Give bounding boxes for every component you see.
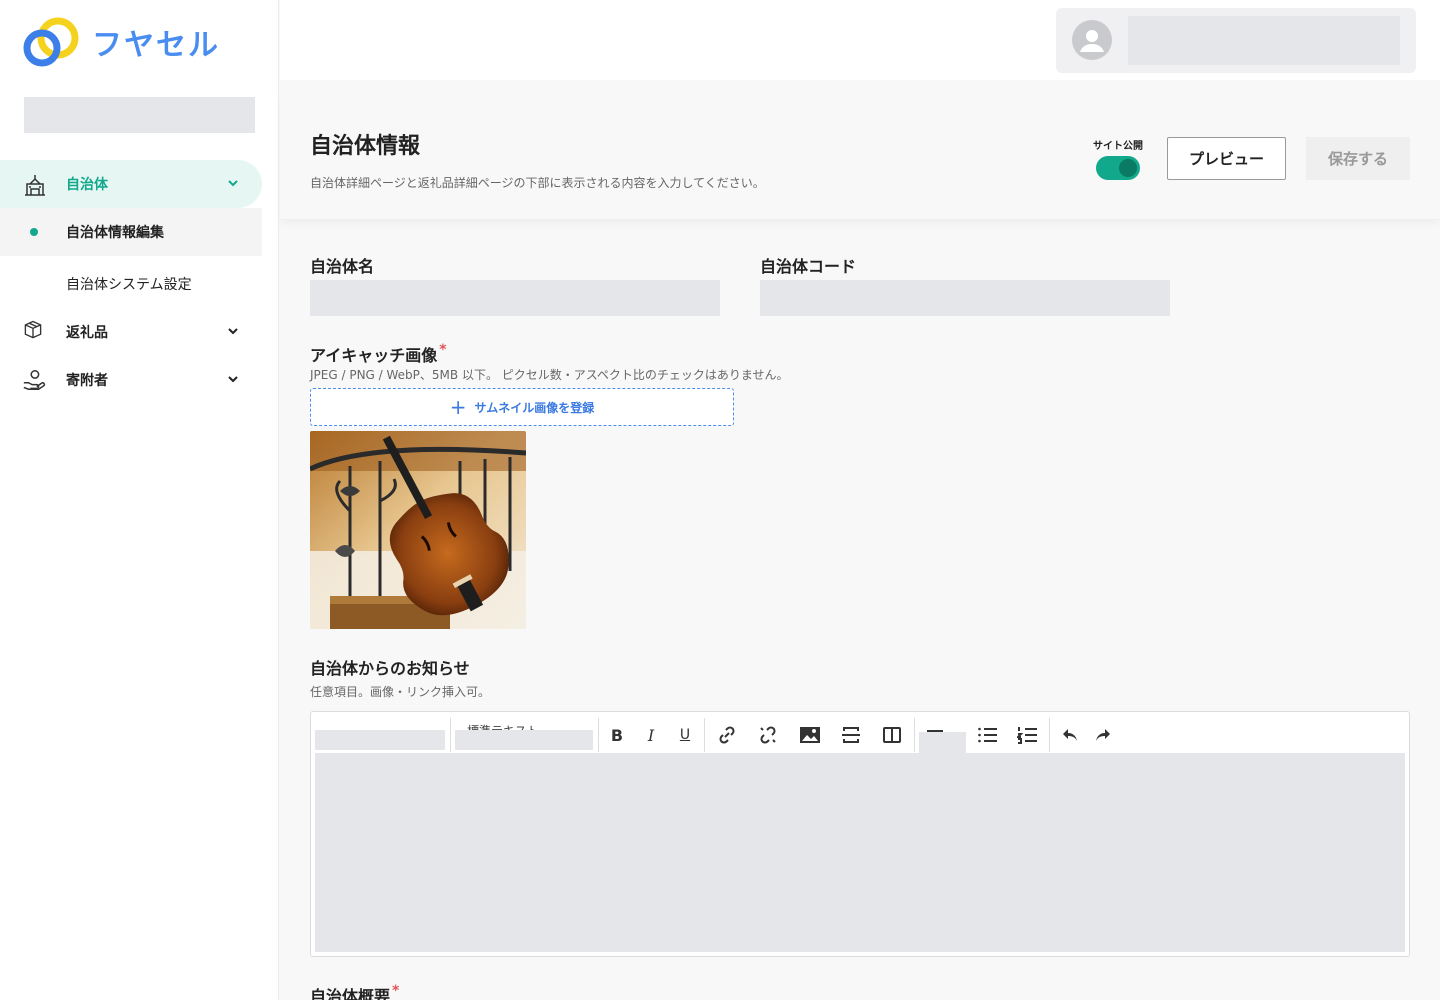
top-bar bbox=[280, 0, 1440, 80]
user-menu[interactable] bbox=[1056, 8, 1416, 73]
user-name-placeholder bbox=[1128, 16, 1400, 65]
sidebar-item-label: 自治体 bbox=[66, 177, 108, 193]
sidebar-item-gifts[interactable]: 返礼品 bbox=[0, 308, 262, 356]
eyecatch-label: アイキャッチ画像 bbox=[310, 346, 438, 365]
avatar bbox=[1072, 20, 1112, 60]
city-hall-icon bbox=[25, 175, 45, 196]
editor-toolbar: 標準テキスト B I U bbox=[311, 712, 1411, 754]
sidebar-item-label: 返礼品 bbox=[66, 325, 108, 341]
eyecatch-thumbnail[interactable] bbox=[310, 431, 526, 629]
font-select-placeholder[interactable] bbox=[315, 730, 445, 750]
municipality-code-label: 自治体コード bbox=[760, 257, 857, 276]
sidebar-item-municipality[interactable]: 自治体 bbox=[0, 160, 262, 208]
overview-label: 自治体概要 bbox=[310, 987, 391, 1000]
toolbar-divider bbox=[598, 718, 599, 752]
app-logo[interactable]: フヤセル bbox=[22, 16, 220, 68]
package-icon bbox=[24, 320, 42, 339]
page-description: 自治体詳細ページと返礼品詳細ページの下部に表示される内容を入力してください。 bbox=[310, 176, 765, 190]
user-icon bbox=[1080, 30, 1104, 52]
news-label: 自治体からのお知らせ bbox=[310, 659, 470, 678]
page-break-icon[interactable] bbox=[838, 722, 864, 748]
site-publish-toggle-group: サイト公開 bbox=[1092, 137, 1144, 180]
sidebar-item-label: 寄附者 bbox=[66, 373, 108, 389]
sidebar-subitem-label: 自治体システム設定 bbox=[66, 277, 192, 293]
save-button[interactable]: 保存する bbox=[1306, 137, 1410, 180]
logo-text: フヤセル bbox=[92, 28, 220, 63]
image-icon[interactable] bbox=[797, 722, 823, 748]
logo-rings-icon bbox=[23, 17, 79, 67]
sidebar: フヤセル 自治体 自治体情報編集 自治体システム設定 返礼品 寄附者 bbox=[0, 0, 279, 1000]
active-dot bbox=[30, 228, 38, 236]
upload-thumbnail-label: サムネイル画像を登録 bbox=[474, 400, 595, 415]
toolbar-divider bbox=[450, 718, 451, 752]
sidebar-subitem-system-settings[interactable]: 自治体システム設定 bbox=[0, 260, 262, 308]
style-select-text: 標準テキスト bbox=[467, 722, 539, 730]
toolbar-divider bbox=[704, 718, 705, 752]
italic-icon[interactable]: I bbox=[638, 722, 664, 748]
site-publish-toggle[interactable] bbox=[1096, 156, 1140, 180]
required-mark: * bbox=[392, 983, 400, 999]
upload-thumbnail-button[interactable]: + サムネイル画像を登録 bbox=[310, 388, 734, 426]
toolbar-divider bbox=[1049, 718, 1050, 752]
chevron-down-icon bbox=[228, 328, 238, 335]
chevron-down-icon bbox=[228, 180, 238, 187]
sidebar-subitem-edit-info[interactable]: 自治体情報編集 bbox=[0, 208, 262, 256]
news-help: 任意項目。画像・リンク挿入可。 bbox=[310, 685, 491, 699]
bold-icon[interactable]: B bbox=[604, 722, 630, 748]
page-header: 自治体情報 自治体詳細ページと返礼品詳細ページの下部に表示される内容を入力してく… bbox=[280, 95, 1440, 220]
sidebar-item-donors[interactable]: 寄附者 bbox=[0, 356, 262, 404]
municipality-name-field[interactable] bbox=[310, 280, 720, 316]
redo-icon[interactable] bbox=[1090, 722, 1116, 748]
sidebar-search-placeholder bbox=[24, 97, 255, 133]
align-select-placeholder[interactable] bbox=[919, 732, 966, 754]
sidebar-subitem-label: 自治体情報編集 bbox=[66, 225, 164, 241]
eyecatch-label-row: アイキャッチ画像 * bbox=[310, 342, 447, 366]
news-rich-text-editor: 標準テキスト B I U bbox=[310, 711, 1410, 957]
site-publish-label: サイト公開 bbox=[1093, 141, 1143, 152]
unlink-icon[interactable] bbox=[755, 722, 781, 748]
municipality-name-label: 自治体名 bbox=[310, 257, 375, 276]
style-select[interactable] bbox=[455, 730, 593, 750]
underline-icon[interactable]: U bbox=[672, 722, 698, 748]
link-icon[interactable] bbox=[714, 722, 740, 748]
toolbar-divider bbox=[914, 718, 915, 752]
numbered-list-icon[interactable] bbox=[1015, 722, 1041, 748]
chevron-down-icon bbox=[228, 376, 238, 383]
page-title: 自治体情報 bbox=[310, 134, 421, 159]
municipality-code-field[interactable] bbox=[760, 280, 1170, 316]
required-mark: * bbox=[439, 342, 447, 358]
bullet-list-icon[interactable] bbox=[975, 722, 1001, 748]
overview-label-row: 自治体概要 * bbox=[310, 983, 399, 1000]
preview-button[interactable]: プレビュー bbox=[1167, 137, 1286, 180]
editor-content-area[interactable] bbox=[315, 753, 1405, 952]
toggle-knob bbox=[1119, 159, 1137, 177]
plus-icon: + bbox=[449, 395, 467, 419]
undo-icon[interactable] bbox=[1057, 722, 1083, 748]
eyecatch-help: JPEG / PNG / WebP、5MB 以下。 ピクセル数・アスペクト比のチ… bbox=[310, 368, 789, 382]
violin-photo bbox=[310, 431, 526, 629]
columns-icon[interactable] bbox=[879, 722, 905, 748]
donor-hand-icon bbox=[23, 370, 46, 390]
